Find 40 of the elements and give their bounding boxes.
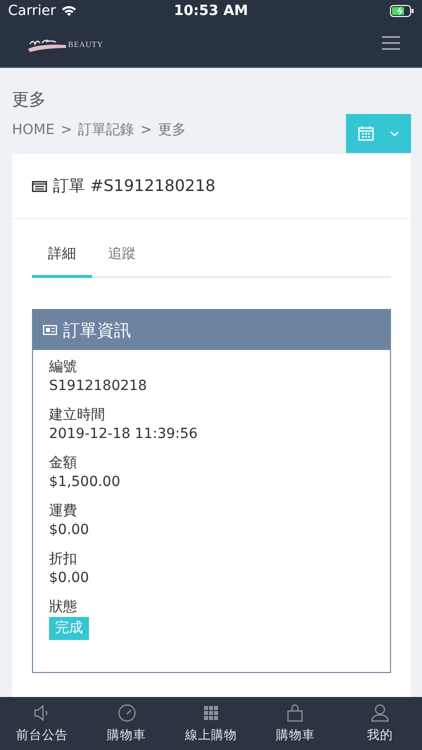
tab[interactable]: 追蹤	[92, 245, 152, 278]
breadcrumb-link[interactable]: 更多	[158, 121, 186, 139]
page-title: 更多	[12, 89, 47, 111]
gauge-icon	[116, 703, 137, 723]
chevron-down-icon	[390, 130, 399, 136]
breadcrumb-separator: >	[140, 122, 152, 138]
field-value: S1912180218	[49, 377, 147, 396]
tab[interactable]: 詳細	[32, 245, 92, 278]
field-label: 折扣	[49, 550, 77, 569]
panel-title: 訂單資訊	[63, 320, 131, 342]
logo-text: BEAUTY	[68, 40, 104, 49]
breadcrumb-link[interactable]: HOME	[12, 122, 54, 138]
tab-bar-item[interactable]: 線上購物	[168, 697, 254, 750]
field-value: $0.00	[49, 569, 90, 588]
card-icon	[32, 180, 47, 192]
carrier-name: Carrier	[8, 3, 56, 19]
field-value: $0.00	[49, 521, 90, 540]
bag-icon	[285, 703, 306, 723]
field-value: $1,500.00	[49, 473, 120, 492]
field-value: 2019-12-18 11:39:56	[49, 425, 198, 444]
field-label: 建立時間	[49, 406, 105, 425]
status-badge: 完成	[49, 617, 89, 640]
breadcrumb-link[interactable]: 訂單記錄	[78, 121, 134, 139]
tab-bar-item[interactable]: 購物車	[84, 697, 169, 750]
clock-time: 10:53 AM	[174, 3, 248, 19]
calendar-icon	[358, 126, 374, 141]
tab-bar-item[interactable]: 我的	[338, 697, 422, 750]
wifi-icon	[60, 5, 77, 17]
person-icon	[370, 703, 390, 723]
field-label: 編號	[49, 358, 77, 377]
breadcrumb-separator: >	[60, 122, 72, 138]
tab-bar-item[interactable]: 購物車	[253, 697, 338, 750]
field-label: 金額	[49, 454, 77, 473]
order-title: 訂單 #S1912180218	[53, 176, 216, 196]
field-label: 運費	[49, 502, 77, 521]
newspaper-icon	[43, 325, 57, 335]
tab-bar-item[interactable]: 前台公告	[0, 697, 84, 750]
logo-drawing	[26, 36, 68, 52]
battery-icon	[390, 5, 414, 17]
field-label: 狀態	[49, 598, 77, 617]
